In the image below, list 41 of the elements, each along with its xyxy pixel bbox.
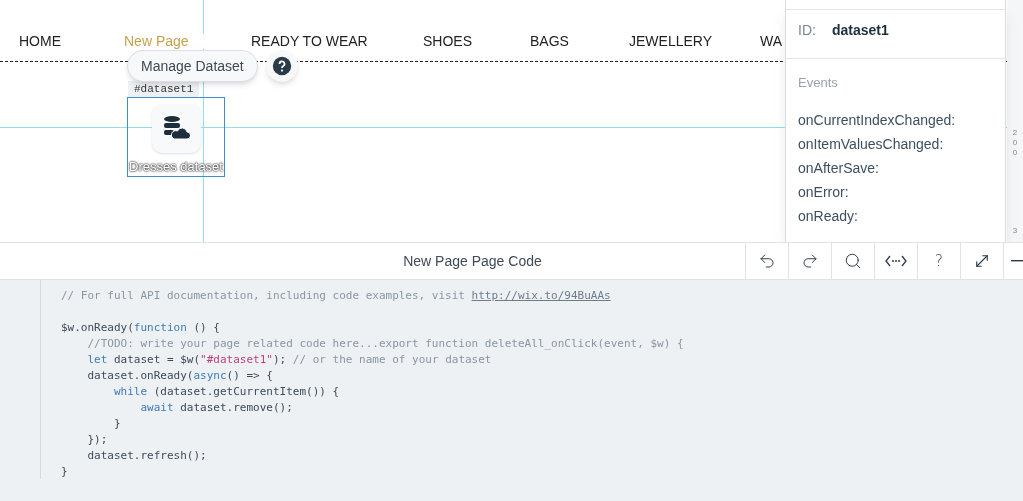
ruler-label: 0 bbox=[1012, 148, 1018, 158]
event-name: onAfterSave: bbox=[798, 158, 880, 178]
help-button[interactable]: ? bbox=[917, 243, 960, 279]
events-heading: Events bbox=[798, 74, 839, 92]
code-line: while (dataset.getCurrentItem()) { bbox=[112, 384, 340, 400]
ruler-label: 3 bbox=[1012, 226, 1018, 236]
id-value: dataset1 bbox=[832, 20, 889, 40]
documentation-link[interactable]: http://wix.to/94BuAAs bbox=[471, 289, 611, 302]
event-name: onReady: bbox=[798, 206, 859, 226]
minimize-icon bbox=[1011, 260, 1023, 262]
redo-icon bbox=[801, 252, 819, 270]
element-id-tag: #dataset1 bbox=[128, 81, 200, 98]
code-panel-title: New Page Page Code bbox=[403, 251, 542, 271]
search-icon bbox=[844, 252, 862, 270]
code-line: await dataset.remove(); bbox=[139, 400, 293, 416]
code-line: let dataset = $w("#dataset1"); // or the name of your dataset bbox=[86, 352, 492, 368]
dataset-label: Dresses dataset bbox=[129, 157, 223, 176]
minimize-button[interactable] bbox=[1003, 243, 1023, 279]
nav-link[interactable]: WA bbox=[760, 34, 783, 49]
ruler-label: 0 bbox=[1012, 138, 1018, 148]
code-brackets-icon bbox=[885, 254, 907, 268]
event-name: onCurrentIndexChanged: bbox=[798, 110, 957, 130]
code-line: dataset.refresh(); bbox=[86, 448, 207, 464]
manage-dataset-button[interactable]: Manage Dataset bbox=[127, 50, 258, 82]
event-name: onError: bbox=[798, 182, 850, 202]
code-line: dataset.onReady(async() => { bbox=[86, 368, 273, 384]
help-button[interactable] bbox=[265, 50, 298, 82]
dataset-element[interactable]: Dresses dataset bbox=[127, 97, 225, 177]
ruler-label: 2 bbox=[1012, 128, 1018, 138]
code-line: }); bbox=[86, 432, 108, 448]
undo-icon bbox=[758, 252, 776, 270]
help-icon bbox=[271, 56, 292, 76]
database-cloud-icon bbox=[162, 115, 190, 142]
expand-icon bbox=[973, 252, 991, 270]
code-line: // For full API documentation, including code examples, visit http://wix.to/94BuAAs bbox=[61, 288, 611, 304]
code-line: } bbox=[61, 464, 68, 480]
id-label: ID: bbox=[798, 20, 817, 40]
code-line: $w.onReady(function () { bbox=[61, 320, 220, 336]
code-line: } bbox=[112, 416, 121, 432]
code-line: //TODO: write your page related code here...export function deleteAll_onClick(event, $w) { bbox=[86, 336, 684, 352]
event-name: onItemValuesChanged: bbox=[798, 134, 945, 154]
